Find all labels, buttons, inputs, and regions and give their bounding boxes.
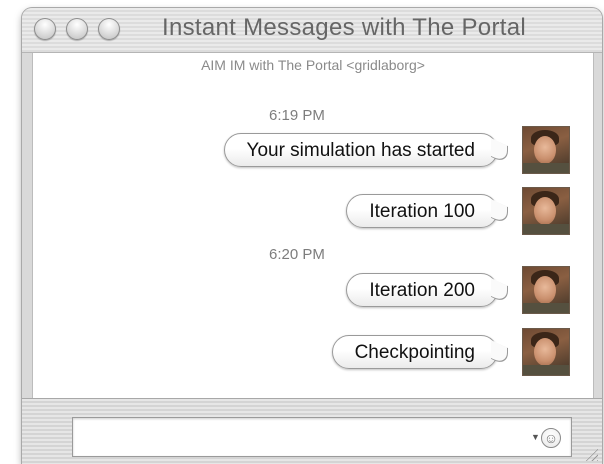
chat-header: AIM IM with The Portal <gridlaborg> <box>201 57 425 73</box>
bubble-tail <box>491 278 508 305</box>
message-text: Iteration 200 <box>369 280 475 301</box>
close-button[interactable] <box>34 18 56 40</box>
message-bubble[interactable]: Iteration 100 <box>346 194 508 228</box>
bubble-tail <box>491 199 508 226</box>
timestamp: 6:20 PM <box>269 246 325 263</box>
title-bar[interactable]: Instant Messages with The Portal <box>22 8 602 53</box>
message-bubble[interactable]: Your simulation has started <box>223 133 508 167</box>
avatar <box>523 188 569 234</box>
zoom-button[interactable] <box>98 18 120 40</box>
dropdown-arrow-icon: ▼ <box>531 432 540 442</box>
message-text: Checkpointing <box>354 342 475 363</box>
emoji-picker-button[interactable]: ▼ ☺ <box>523 426 565 450</box>
timestamp: 6:19 PM <box>269 107 325 124</box>
message-text: Iteration 100 <box>369 201 475 222</box>
chat-transcript[interactable]: AIM IM with The Portal <gridlaborg> 6:19… <box>32 53 594 398</box>
compose-area: ▼ ☺ <box>22 398 602 464</box>
message-input[interactable]: ▼ ☺ <box>72 417 572 457</box>
bubble-tail <box>491 340 508 367</box>
message-text: Your simulation has started <box>246 140 475 161</box>
avatar <box>523 329 569 375</box>
message-bubble[interactable]: Iteration 200 <box>346 273 508 307</box>
avatar <box>523 267 569 313</box>
smiley-icon: ☺ <box>541 428 561 448</box>
avatar <box>523 127 569 173</box>
im-window: Instant Messages with The Portal AIM IM … <box>22 8 602 464</box>
window-title: Instant Messages with The Portal <box>162 14 526 41</box>
resize-grip-icon[interactable] <box>584 447 598 461</box>
minimize-button[interactable] <box>66 18 88 40</box>
message-bubble[interactable]: Checkpointing <box>331 335 508 369</box>
bubble-tail <box>491 138 508 165</box>
